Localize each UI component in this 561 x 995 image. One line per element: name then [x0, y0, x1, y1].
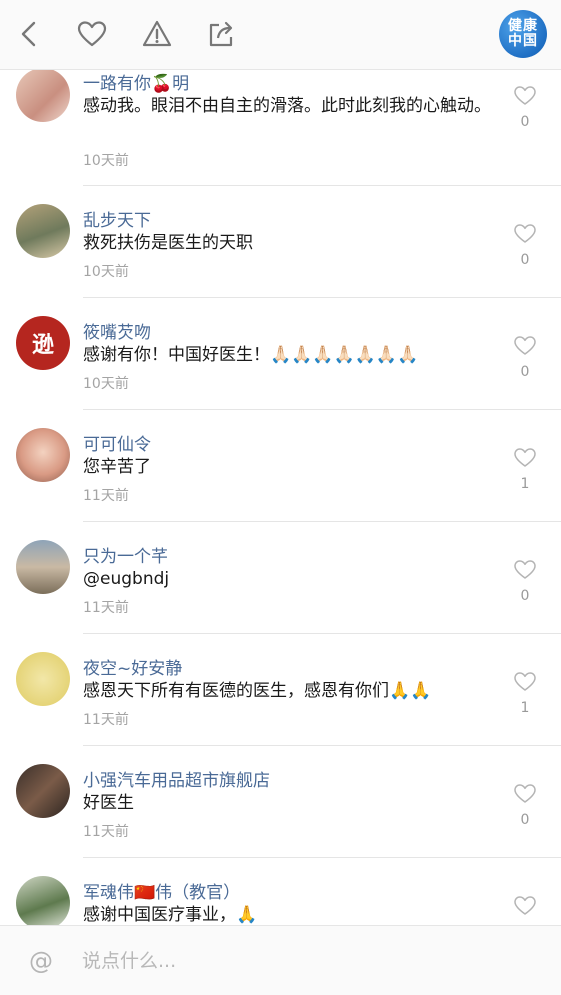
comment-time: 11天前	[83, 712, 129, 728]
comment-item: 军魂伟🇨🇳伟（教官） 感谢中国医疗事业，🙏	[0, 858, 561, 925]
avatar[interactable]	[16, 876, 70, 925]
comment-composer: @ 说点什么...	[0, 925, 561, 995]
like-icon[interactable]	[510, 782, 540, 808]
avatar-glyph: 逊	[31, 333, 54, 358]
like-count: 0	[520, 252, 530, 268]
like-count: 0	[520, 812, 530, 828]
avatar[interactable]	[16, 764, 70, 818]
comment-text: @eugbndj	[83, 569, 170, 589]
comment-time: 10天前	[83, 376, 129, 392]
logo-line-1: 健康	[508, 18, 538, 34]
share-icon[interactable]	[203, 16, 239, 52]
like-icon[interactable]	[510, 670, 540, 696]
health-china-logo[interactable]: 健康 中国	[499, 10, 547, 58]
comment-input[interactable]: 说点什么...	[82, 944, 522, 978]
comment-author[interactable]: 筱嘴芡吻	[83, 318, 151, 343]
comment-author[interactable]: 只为一个芊	[83, 542, 168, 567]
comment-item: 小强汽车用品超市旗舰店 好医生 11天前 0	[0, 746, 561, 858]
top-bar: 健康 中国	[0, 0, 561, 70]
avatar[interactable]	[16, 652, 70, 706]
like-count: 0	[520, 114, 530, 130]
mention-icon[interactable]: @	[26, 946, 56, 976]
comment-item: 乱步天下 救死扶伤是医生的天职 10天前 0	[0, 186, 561, 298]
comment-author[interactable]: 一路有你🍒明	[83, 70, 189, 94]
like-icon[interactable]	[510, 894, 540, 920]
like-count: 1	[520, 700, 530, 716]
comment-author[interactable]: 夜空~好安静	[83, 654, 182, 679]
comment-text: 救死扶伤是医生的天职	[83, 233, 253, 253]
comment-time: 11天前	[83, 824, 129, 840]
comment-text: 好医生	[83, 793, 134, 813]
comment-text: 感谢有你！中国好医生！🙏🏻🙏🏻🙏🏻🙏🏻🙏🏻🙏🏻🙏🏻	[83, 345, 419, 365]
like-count: 0	[520, 588, 530, 604]
comment-author[interactable]: 军魂伟🇨🇳伟（教官）	[83, 878, 240, 903]
comment-time: 11天前	[83, 600, 129, 616]
back-icon[interactable]	[12, 16, 48, 52]
like-icon[interactable]	[510, 222, 540, 248]
comment-time: 10天前	[83, 264, 129, 280]
logo-line-2: 中国	[508, 33, 538, 49]
comment-text: 感动我。眼泪不由自主的滑落。此时此刻我的心触动。	[83, 96, 491, 116]
comment-item: 只为一个芊 @eugbndj 11天前 0	[0, 522, 561, 634]
comment-time: 11天前	[83, 488, 129, 504]
warning-icon[interactable]	[139, 16, 175, 52]
like-count: 0	[520, 364, 530, 380]
comment-text: 感恩天下所有有医德的医生，感恩有你们🙏🙏	[83, 681, 432, 701]
like-icon[interactable]	[510, 558, 540, 584]
like-icon[interactable]	[510, 334, 540, 360]
like-count: 1	[520, 476, 530, 492]
comment-text: 您辛苦了	[83, 457, 151, 477]
like-icon[interactable]	[510, 84, 540, 110]
avatar[interactable]	[16, 540, 70, 594]
comment-author[interactable]: 小强汽车用品超市旗舰店	[83, 766, 270, 791]
comment-list[interactable]: 一路有你🍒明 感动我。眼泪不由自主的滑落。此时此刻我的心触动。 10天前 0 乱…	[0, 70, 561, 925]
avatar[interactable]: 逊	[16, 316, 70, 370]
comment-item: 可可仙令 您辛苦了 11天前 1	[0, 410, 561, 522]
comment-text: 感谢中国医疗事业，🙏	[83, 905, 258, 925]
like-icon[interactable]	[510, 446, 540, 472]
avatar[interactable]	[16, 70, 70, 122]
avatar[interactable]	[16, 428, 70, 482]
comment-author[interactable]: 乱步天下	[83, 206, 151, 231]
comment-time: 10天前	[83, 153, 129, 169]
comment-item: 夜空~好安静 感恩天下所有有医德的医生，感恩有你们🙏🙏 11天前 1	[0, 634, 561, 746]
comment-item: 逊 筱嘴芡吻 感谢有你！中国好医生！🙏🏻🙏🏻🙏🏻🙏🏻🙏🏻🙏🏻🙏🏻 10天前 0	[0, 298, 561, 410]
comment-author[interactable]: 可可仙令	[83, 430, 151, 455]
avatar[interactable]	[16, 204, 70, 258]
comment-item: 一路有你🍒明 感动我。眼泪不由自主的滑落。此时此刻我的心触动。 10天前 0	[0, 70, 561, 186]
heart-icon[interactable]	[74, 16, 110, 52]
